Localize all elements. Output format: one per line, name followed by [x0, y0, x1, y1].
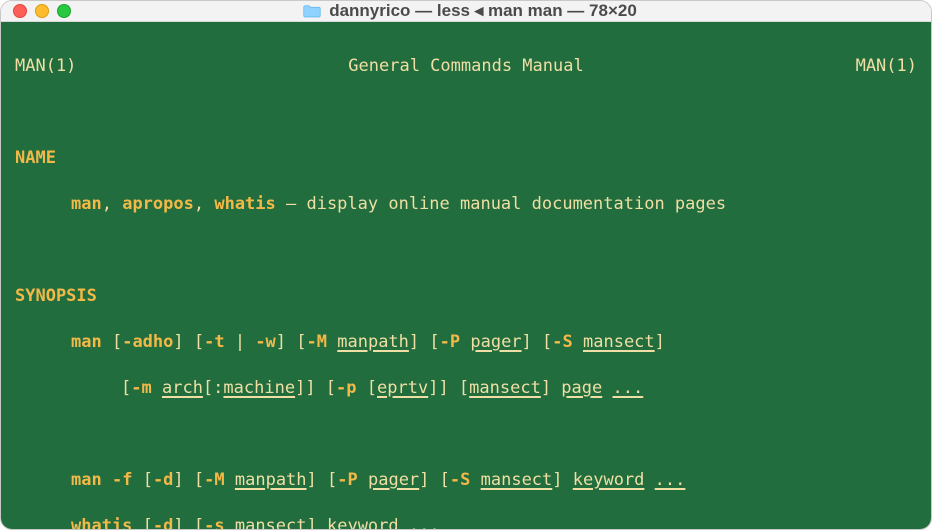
- synopsis-line-2: [-m arch[:machine]] [-p [eprtv]] [mansec…: [15, 377, 917, 400]
- terminal-content[interactable]: MAN(1) General Commands Manual MAN(1) NAME…: [1, 22, 931, 530]
- section-synopsis: SYNOPSIS: [15, 285, 917, 308]
- header-right: MAN(1): [856, 55, 917, 78]
- folder-icon: [303, 4, 321, 18]
- synopsis-line-1: man [-adho] [-t | -w] [-M manpath] [-P p…: [15, 331, 917, 354]
- terminal-window: dannyrico — less ◂ man man — 78×20 MAN(1…: [0, 0, 932, 530]
- name-line: man, apropos, whatis – display online ma…: [15, 193, 917, 216]
- synopsis-line-4: whatis [-d] [-s mansect] keyword ...: [15, 515, 917, 530]
- section-name: NAME: [15, 147, 917, 170]
- title: dannyrico — less ◂ man man — 78×20: [83, 1, 857, 21]
- window-controls: [13, 4, 71, 18]
- header-center: General Commands Manual: [348, 55, 583, 78]
- header-left: MAN(1): [15, 55, 76, 78]
- manpage-header: MAN(1) General Commands Manual MAN(1): [15, 55, 917, 78]
- zoom-icon[interactable]: [57, 4, 71, 18]
- titlebar: dannyrico — less ◂ man man — 78×20: [1, 1, 931, 22]
- window-title: dannyrico — less ◂ man man — 78×20: [329, 1, 637, 21]
- synopsis-line-3: man -f [-d] [-M manpath] [-P pager] [-S …: [15, 469, 917, 492]
- minimize-icon[interactable]: [35, 4, 49, 18]
- close-icon[interactable]: [13, 4, 27, 18]
